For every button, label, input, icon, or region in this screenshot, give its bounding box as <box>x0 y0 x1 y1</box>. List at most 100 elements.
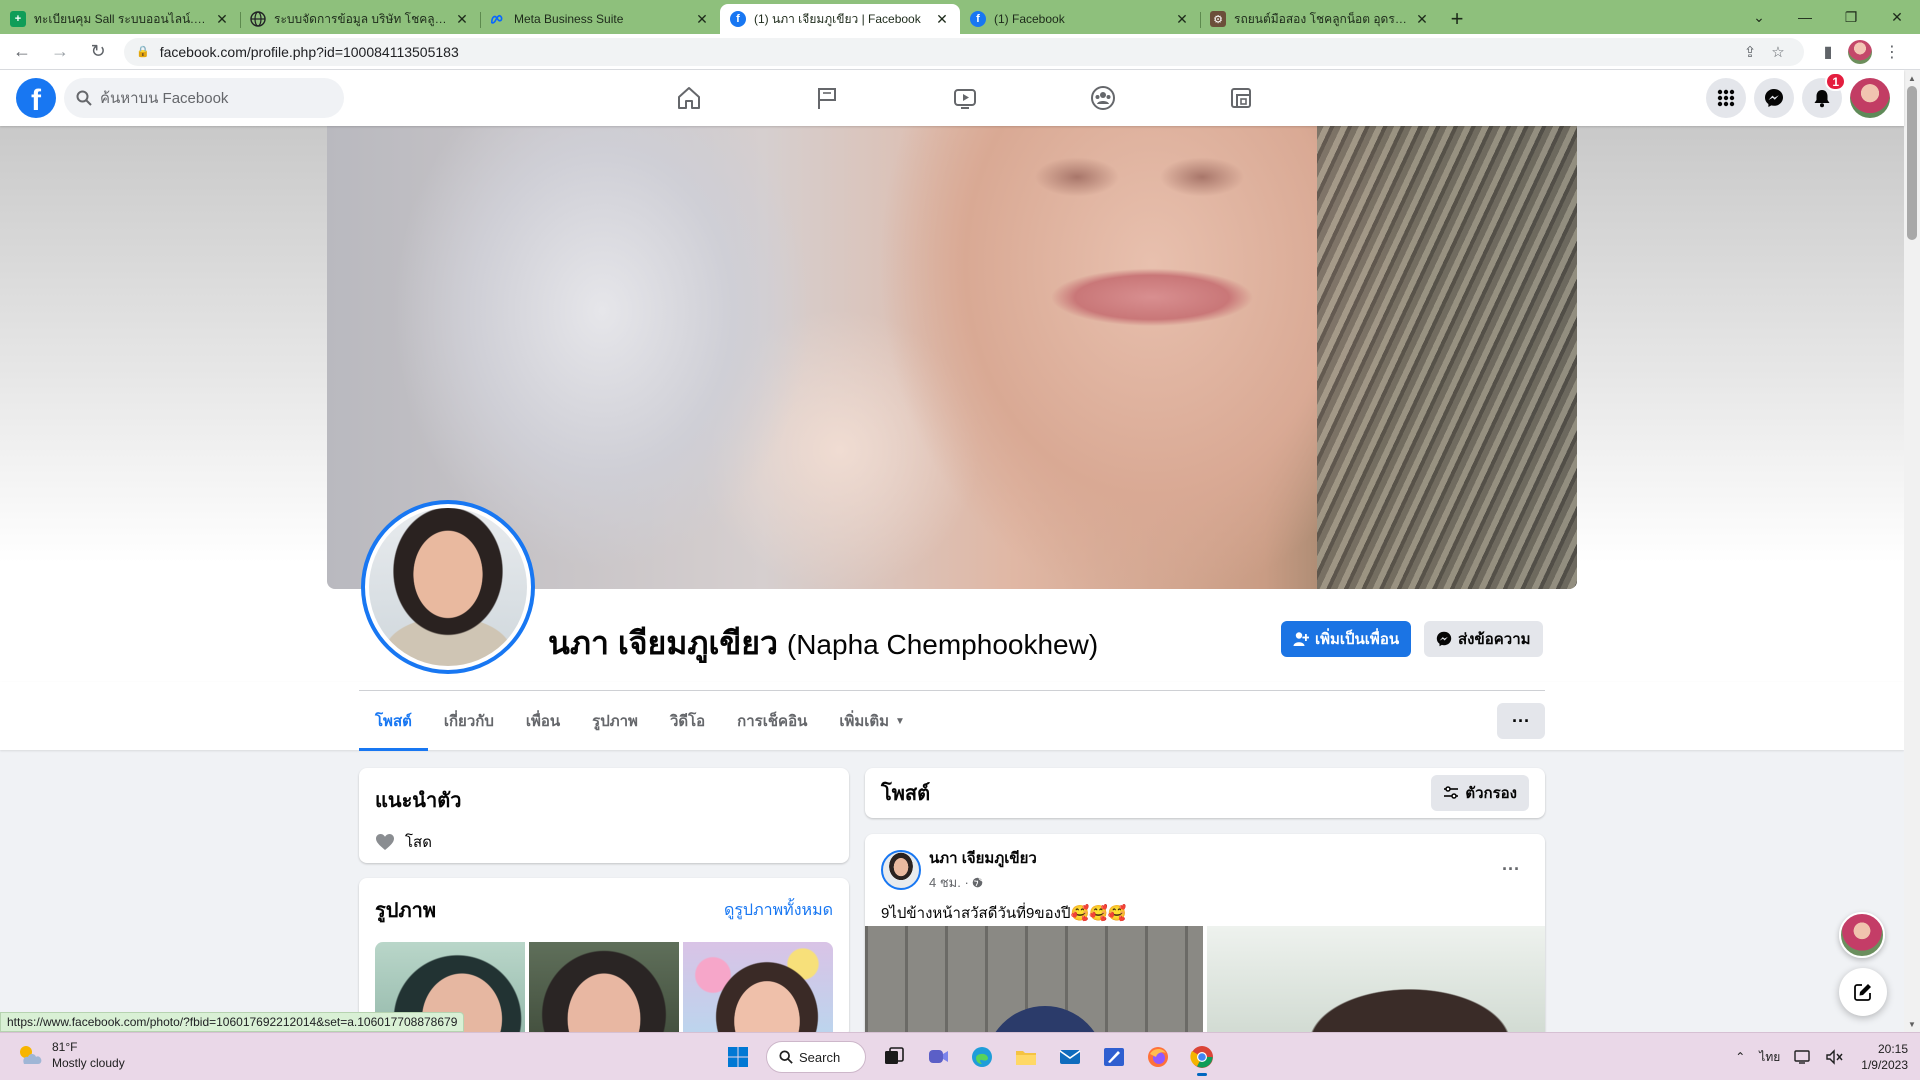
tab-about[interactable]: เกี่ยวกับ <box>428 691 510 751</box>
new-tab-button[interactable]: + <box>1442 4 1472 34</box>
menu-grid-button[interactable] <box>1706 78 1746 118</box>
post-options-button[interactable]: ··· <box>1493 859 1529 880</box>
close-icon[interactable]: ✕ <box>934 11 950 28</box>
clock-date: 1/9/2023 <box>1861 1058 1908 1072</box>
filter-button[interactable]: ตัวกรอง <box>1431 775 1529 811</box>
nav-groups[interactable] <box>1034 70 1172 126</box>
post-timestamp[interactable]: 4 ชม. · <box>929 872 1493 893</box>
messenger-button[interactable] <box>1754 78 1794 118</box>
cover-photo[interactable] <box>327 126 1577 589</box>
share-icon[interactable]: ⇪ <box>1736 43 1764 61</box>
edge-button[interactable] <box>962 1037 1002 1077</box>
firefox-icon <box>1148 1047 1168 1067</box>
minimize-icon[interactable]: — <box>1782 0 1828 34</box>
post-image[interactable] <box>1207 926 1545 1044</box>
browser-tab-used-cars[interactable]: ⚙ รถยนต์มือสอง โชคลูกน็อต อุดรธานี ✕ <box>1200 4 1440 34</box>
scroll-up-arrow-icon[interactable]: ▲ <box>1904 70 1920 86</box>
profile-picture[interactable] <box>361 500 535 674</box>
bookmark-star-icon[interactable]: ☆ <box>1764 43 1792 61</box>
teams-chat-button[interactable] <box>918 1037 958 1077</box>
back-icon[interactable]: ← <box>6 36 38 68</box>
address-bar[interactable]: 🔒 facebook.com/profile.php?id=1000841135… <box>124 37 1804 66</box>
browser-tab-sheets[interactable]: + ทะเบียนคุม Sall ระบบออนไลน์.xlsx - Goo… <box>0 4 240 34</box>
close-icon[interactable]: ✕ <box>214 11 230 28</box>
close-icon[interactable]: ✕ <box>1414 11 1430 28</box>
chat-head-avatar[interactable] <box>1839 912 1885 958</box>
bell-icon <box>1814 90 1830 108</box>
chrome-menu-icon[interactable]: ⋮ <box>1876 36 1908 68</box>
post-author-avatar[interactable] <box>881 849 921 890</box>
lock-icon[interactable]: 🔒 <box>136 45 150 58</box>
add-friend-button[interactable]: เพิ่มเป็นเพื่อน <box>1281 621 1412 657</box>
chevron-up-icon[interactable]: ⌃ <box>1735 1050 1745 1064</box>
volume-muted-icon[interactable] <box>1826 1049 1844 1065</box>
side-panel-icon[interactable]: ▮ <box>1812 36 1844 68</box>
close-icon[interactable]: ✕ <box>1174 11 1190 28</box>
browser-profile[interactable] <box>1844 36 1876 68</box>
weather-condition: Mostly cloudy <box>52 1056 125 1070</box>
tab-search-icon[interactable]: ⌄ <box>1736 0 1782 34</box>
chat-icon <box>929 1050 948 1063</box>
page-scrollbar-thumb[interactable] <box>1907 86 1917 240</box>
taskbar-apps: Search <box>716 1037 1224 1077</box>
filter-label: ตัวกรอง <box>1465 785 1517 802</box>
forward-icon[interactable]: → <box>44 36 76 68</box>
close-icon[interactable]: ✕ <box>694 11 710 28</box>
file-explorer-button[interactable] <box>1006 1037 1046 1077</box>
facebook-search[interactable] <box>64 78 344 118</box>
nav-gaming[interactable] <box>1172 70 1310 126</box>
scroll-down-arrow-icon[interactable]: ▼ <box>1904 1016 1920 1032</box>
profile-more-button[interactable]: ··· <box>1497 703 1545 739</box>
post-time-text: 4 ชม. · <box>929 875 969 890</box>
post-image[interactable] <box>865 926 1203 1044</box>
post-images <box>865 926 1545 1044</box>
link-status-bubble: https://www.facebook.com/photo/?fbid=106… <box>0 1012 465 1032</box>
nav-home[interactable] <box>620 70 758 126</box>
see-all-photos-link[interactable]: ดูรูปภาพทั้งหมด <box>724 898 833 923</box>
tab-videos[interactable]: วิดีโอ <box>654 691 721 751</box>
tab-checkins[interactable]: การเช็คอิน <box>721 691 823 751</box>
folder-icon <box>1016 1051 1036 1065</box>
notifications-button[interactable]: 1 <box>1802 72 1846 118</box>
close-window-icon[interactable]: ✕ <box>1874 0 1920 34</box>
network-icon[interactable] <box>1794 1049 1812 1065</box>
pen-app-icon <box>1104 1048 1124 1066</box>
weather-widget[interactable]: 81°F Mostly cloudy <box>16 1039 125 1071</box>
app-button[interactable] <box>1094 1037 1134 1077</box>
nav-pages[interactable] <box>758 70 896 126</box>
search-input[interactable] <box>100 89 330 107</box>
new-message-button[interactable] <box>1839 968 1887 1016</box>
photo-thumbnail[interactable] <box>683 942 833 1038</box>
photo-thumbnail[interactable] <box>529 942 679 1038</box>
firefox-button[interactable] <box>1138 1037 1178 1077</box>
reload-icon[interactable]: ↻ <box>82 36 114 68</box>
profile-header-panel <box>0 682 1904 750</box>
send-message-button[interactable]: ส่งข้อความ <box>1424 621 1543 657</box>
tab-photos[interactable]: รูปภาพ <box>576 691 654 751</box>
tab-posts[interactable]: โพสต์ <box>359 691 428 751</box>
system-clock[interactable]: 20:15 1/9/2023 <box>1861 1041 1908 1073</box>
close-icon[interactable]: ✕ <box>454 11 470 28</box>
input-language[interactable]: ไทย <box>1759 1048 1780 1067</box>
nav-watch[interactable] <box>896 70 1034 126</box>
restore-icon[interactable]: ❐ <box>1828 0 1874 34</box>
account-avatar[interactable] <box>1850 78 1890 118</box>
facebook-logo-icon[interactable]: f <box>16 78 56 118</box>
browser-tab-company-system[interactable]: ระบบจัดการข้อมูล บริษัท โชคลูกน็อต อุดรธ… <box>240 4 480 34</box>
post-author-name[interactable]: นภา เจียมภูเขียว <box>929 846 1493 870</box>
start-button[interactable] <box>718 1037 758 1077</box>
mail-button[interactable] <box>1050 1037 1090 1077</box>
chrome-button[interactable] <box>1182 1037 1222 1077</box>
tab-friends[interactable]: เพื่อน <box>510 691 576 751</box>
tab-title: (1) นภา เจียมภูเขียว | Facebook <box>754 11 921 26</box>
taskbar-search[interactable]: Search <box>766 1041 866 1073</box>
grid-menu-icon <box>1717 89 1735 107</box>
task-view-button[interactable] <box>874 1037 914 1077</box>
search-icon <box>779 1050 793 1064</box>
tab-more[interactable]: เพิ่มเติม ▼ <box>823 691 921 751</box>
weather-text: 81°F Mostly cloudy <box>52 1039 125 1071</box>
browser-tab-profile[interactable]: f (1) นภา เจียมภูเขียว | Facebook ✕ <box>720 4 960 34</box>
browser-tab-meta-business[interactable]: Meta Business Suite ✕ <box>480 4 720 34</box>
intro-relationship: โสด <box>375 830 833 854</box>
browser-tab-facebook[interactable]: f (1) Facebook ✕ <box>960 4 1200 34</box>
